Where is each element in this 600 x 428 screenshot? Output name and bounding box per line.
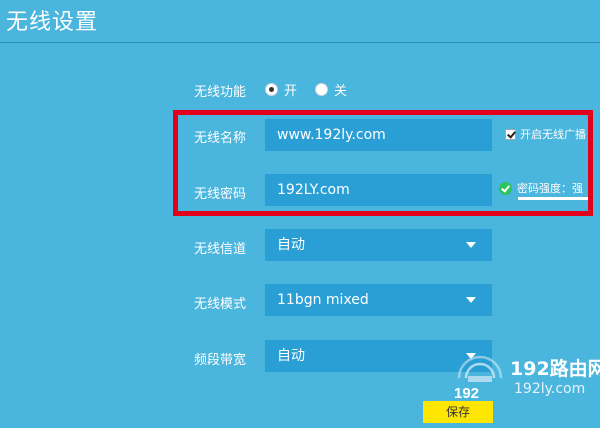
channel-label: 无线信道: [194, 242, 247, 257]
mode-value: 11bgn mixed: [277, 292, 369, 308]
radio-on[interactable]: [265, 82, 278, 96]
watermark-name: 192路由网: [510, 358, 600, 380]
wireless-function-radio-group: 开 关: [265, 80, 365, 99]
channel-value: 自动: [277, 237, 305, 253]
watermark-url: 192ly.com: [514, 381, 586, 397]
bandwidth-value: 自动: [277, 348, 305, 364]
watermark: 192 192路由网 192ly.com: [452, 350, 600, 410]
title-divider: [0, 42, 600, 43]
mode-label: 无线模式: [194, 297, 247, 312]
radio-off[interactable]: [315, 82, 329, 96]
bandwidth-label: 频段带宽: [194, 353, 247, 368]
radio-on-label[interactable]: 开: [284, 80, 297, 99]
mode-select[interactable]: 11bgn mixed: [265, 284, 492, 316]
wireless-function-label: 无线功能: [194, 85, 247, 100]
watermark-logo-text: 192: [454, 385, 479, 402]
highlight-frame: [173, 110, 593, 216]
chevron-down-icon: [466, 297, 476, 303]
channel-select[interactable]: 自动: [265, 229, 492, 261]
radio-off-label[interactable]: 关: [334, 80, 347, 99]
router-logo-icon: 192: [454, 355, 503, 402]
page-title: 无线设置: [6, 10, 99, 35]
chevron-down-icon: [466, 242, 476, 248]
